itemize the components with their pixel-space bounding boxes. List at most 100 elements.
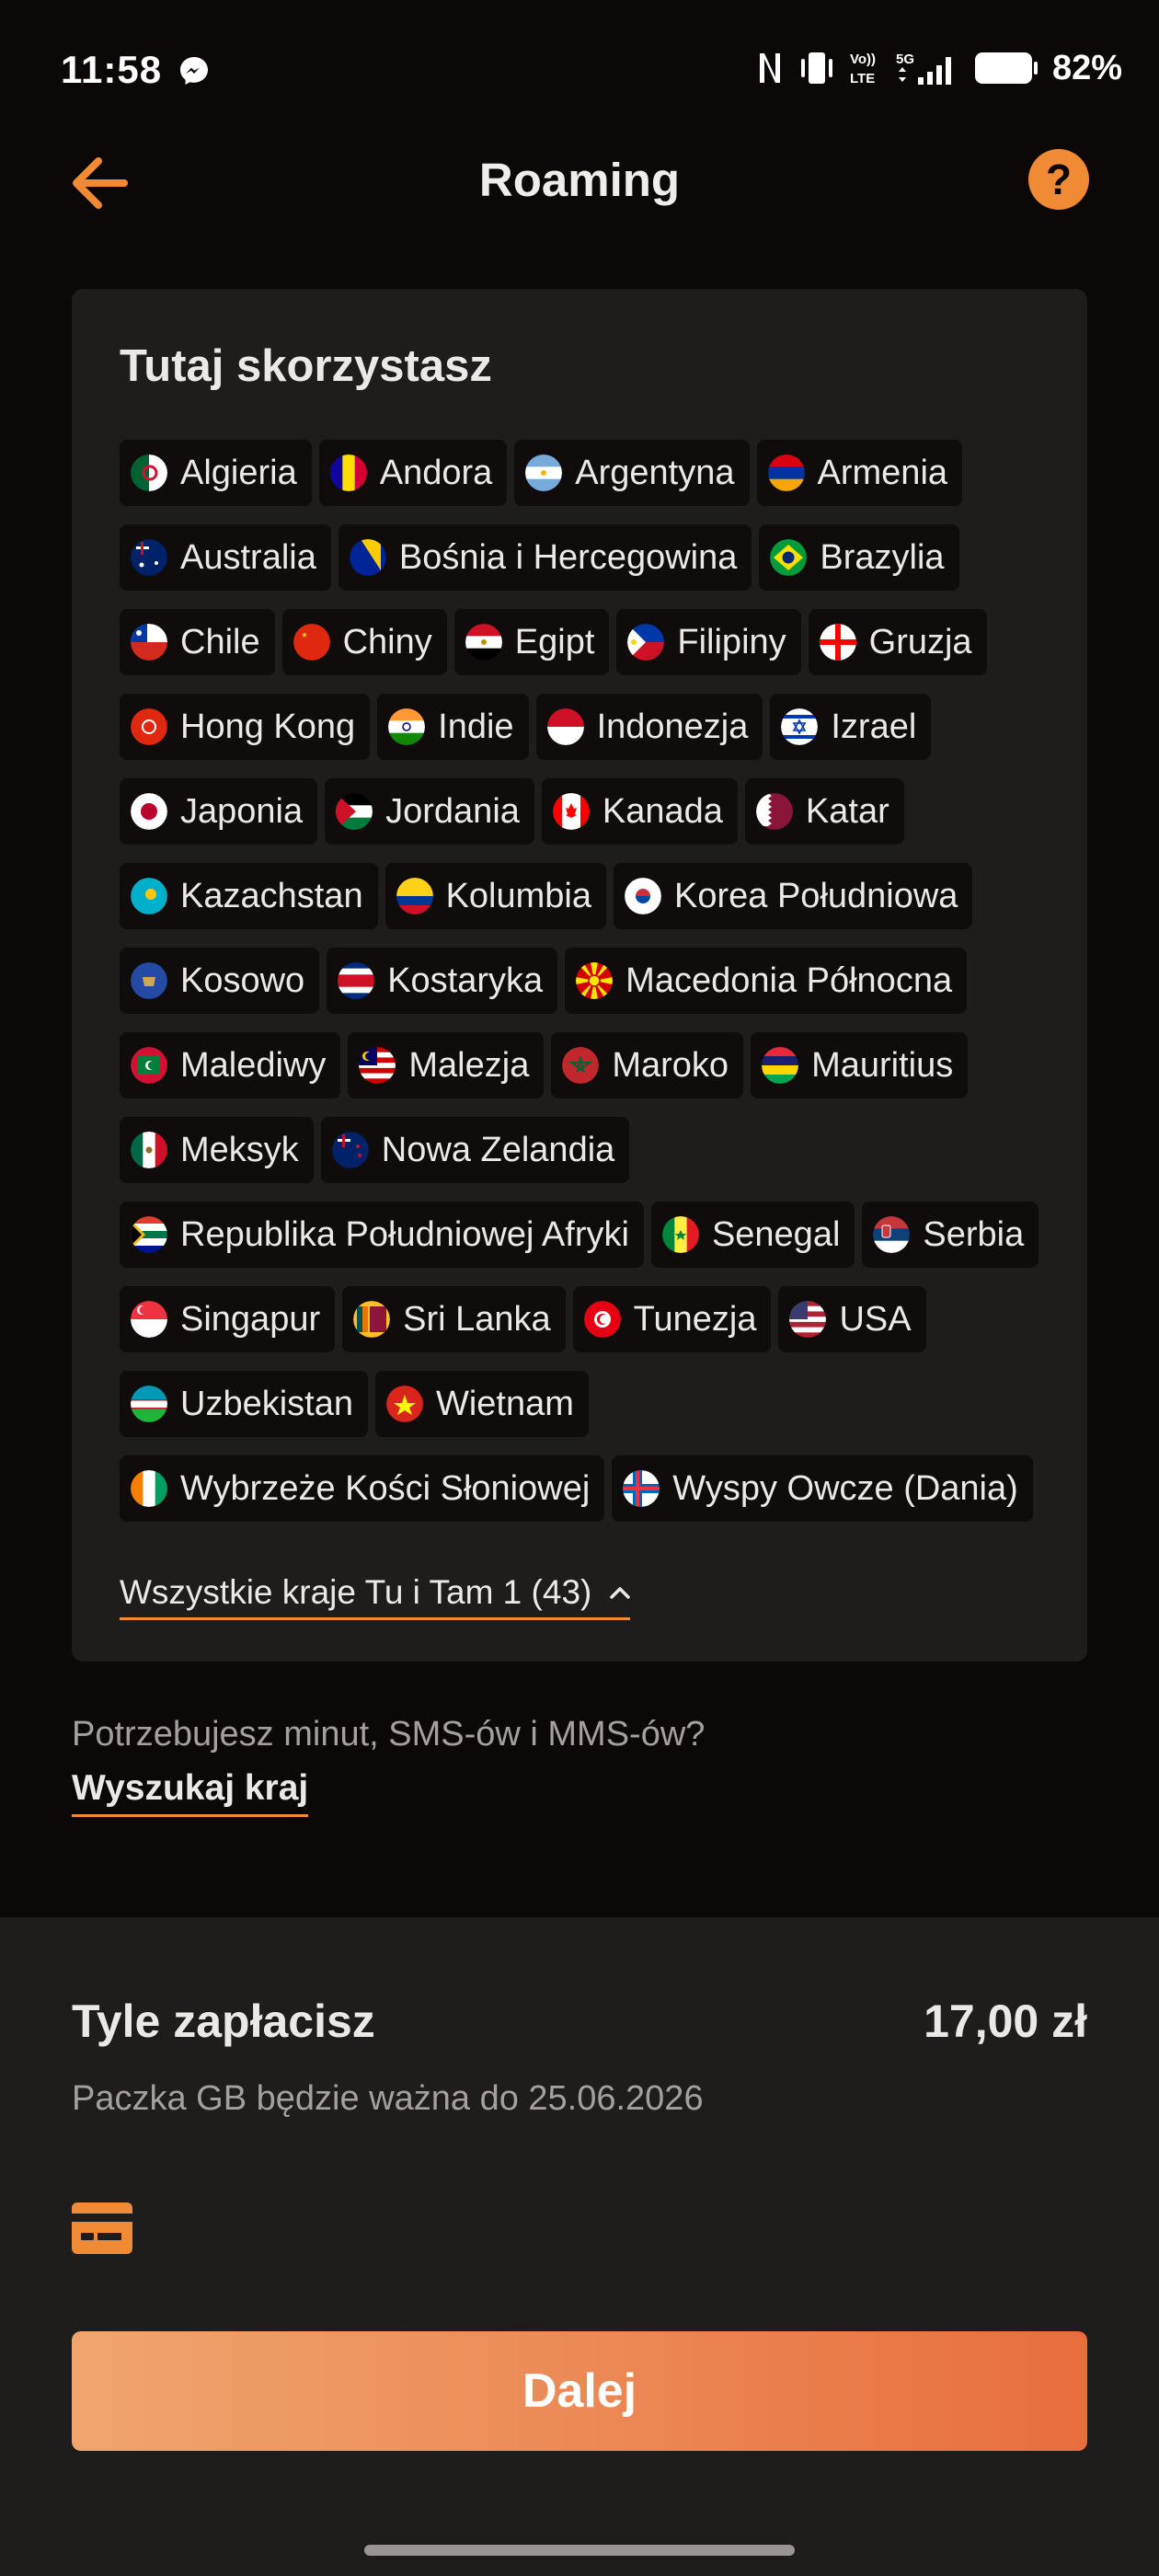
country-chip: Izrael [770,694,932,760]
flag-srilanka-icon [353,1301,391,1338]
flag-uzbekistan-icon [131,1386,167,1422]
country-chip: Singapur [120,1286,336,1352]
country-chip: Kazachstan [120,863,378,929]
flag-georgia-icon [819,624,856,661]
country-chip: Malediwy [120,1032,341,1098]
country-name: Indie [438,707,514,746]
country-chip: Kosowo [120,948,320,1014]
country-name: Malediwy [180,1045,327,1085]
flag-southafrica-icon [131,1216,167,1253]
country-name: Senegal [711,1214,841,1254]
flag-morocco-icon [562,1047,600,1084]
country-chip: Jordania [325,778,534,845]
flag-costarica-icon [338,962,375,999]
messenger-icon [180,57,208,85]
country-name: Uzbekistan [180,1384,353,1423]
country-chip: Wietnam [374,1371,589,1437]
total-price: 17,00 zł [924,1995,1087,2047]
country-chip: Indonezja [535,694,763,760]
home-indicator[interactable] [364,2545,795,2556]
total-label: Tyle zapłacisz [72,1995,375,2047]
country-name: USA [839,1299,912,1339]
all-countries-label: Wszystkie kraje Tu i Tam 1 (43) [120,1573,592,1611]
country-chip: USA [778,1286,926,1352]
country-name: Kolumbia [445,876,591,915]
country-chip: Japonia [120,778,318,845]
flag-bosnia-icon [349,539,386,576]
help-button[interactable]: ? [1028,149,1089,210]
country-chip: Chiny [281,609,447,675]
all-countries-toggle[interactable]: Wszystkie kraje Tu i Tam 1 (43) [120,1573,631,1620]
country-chip: Mauritius [751,1032,969,1098]
flag-argentina-icon [525,454,563,491]
country-chip: Gruzja [808,609,987,675]
country-name: Meksyk [180,1130,299,1169]
country-chip: Nowa Zelandia [320,1117,630,1183]
battery-icon [974,52,1038,84]
flag-china-icon [293,624,330,661]
country-name: Egipt [514,622,595,661]
validity-text: Paczka GB będzie ważna do 25.06.2026 [72,2079,704,2118]
country-name: Singapur [180,1299,321,1339]
country-name: Sri Lanka [403,1299,551,1339]
flag-brazil-icon [770,539,808,576]
flag-mauritius-icon [762,1047,799,1084]
country-chip: Meksyk [120,1117,314,1183]
country-chip: Uzbekistan [120,1371,368,1437]
country-name: Wyspy Owcze (Dania) [672,1468,1018,1508]
country-name: Katar [805,791,889,831]
flag-egypt-icon [465,624,502,661]
country-name: Australia [180,537,316,577]
country-name: Indonezja [596,707,749,746]
country-name: Chiny [342,622,432,661]
next-button[interactable]: Dalej [72,2331,1087,2451]
country-chip: Armenia [756,440,963,506]
country-name: Tunezja [633,1299,757,1339]
payment-summary-panel: Tyle zapłacisz 17,00 zł Paczka GB będzie… [0,1917,1159,2576]
flag-newzealand-icon [331,1132,369,1168]
country-name: Izrael [831,707,917,746]
country-chip: Brazylia [759,524,959,591]
flag-southkorea-icon [625,878,661,914]
flag-japan-icon [131,793,167,830]
country-name: Korea Południowa [674,876,958,915]
country-chip: Algieria [120,440,312,506]
flag-mexico-icon [131,1132,167,1168]
flag-hongkong-icon [131,708,167,745]
country-chip: Wyspy Owcze (Dania) [612,1455,1033,1522]
page-title: Roaming [478,154,681,206]
search-country-link[interactable]: Wyszukaj kraj [72,1768,309,1817]
flag-israel-icon [781,708,819,745]
country-name: Republika Południowej Afryki [180,1214,629,1254]
country-name: Wybrzeże Kości Słoniowej [180,1468,591,1508]
country-name: Jordania [385,791,520,831]
flag-macedonia-icon [576,962,614,999]
country-name: Argentyna [575,453,735,492]
country-name: Andora [379,453,493,492]
country-chip: Chile [120,609,275,675]
search-question: Potrzebujesz minut, SMS-ów i MMS-ów? [72,1715,706,1754]
country-name: Macedonia Północna [625,960,953,1000]
country-name: Kazachstan [180,876,363,915]
flag-usa-icon [789,1301,827,1338]
country-chip: Wybrzeże Kości Słoniowej [120,1455,605,1522]
country-chip: Kostaryka [327,948,558,1014]
flag-algeria-icon [131,454,167,491]
flag-faroe-icon [623,1470,660,1507]
country-chip: Tunezja [572,1286,772,1352]
credit-card-icon [72,2202,132,2254]
flag-kazakhstan-icon [131,878,167,914]
country-name: Algieria [180,453,297,492]
flag-andorra-icon [329,454,367,491]
flag-serbia-icon [873,1216,911,1253]
country-name: Gruzja [868,622,972,661]
battery-percentage: 82% [1051,48,1122,87]
country-chip: Serbia [862,1202,1039,1268]
status-bar: 11:58 Vo)) LTE 5G 82% [0,0,1159,147]
status-time: 11:58 [61,48,163,91]
country-chip: Maroko [551,1032,744,1098]
country-name: Armenia [817,453,948,492]
country-name: Brazylia [820,537,945,577]
country-name: Wietnam [435,1384,574,1423]
country-chip: Kanada [541,778,738,845]
